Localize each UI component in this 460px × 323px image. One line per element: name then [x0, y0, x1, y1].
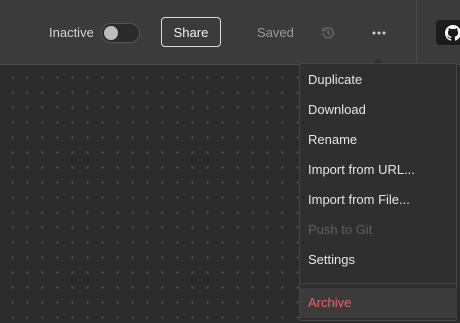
menu-item-download[interactable]: Download: [300, 95, 457, 125]
share-button[interactable]: Share: [161, 17, 221, 47]
history-icon[interactable]: [320, 25, 336, 41]
menu-item-rename[interactable]: Rename: [300, 125, 457, 155]
saved-status: Saved: [257, 25, 294, 40]
menu-separator: [300, 283, 457, 284]
github-icon: [445, 25, 460, 41]
workflow-editor: Inactive Share Saved Duplicate Download …: [0, 0, 460, 323]
menu-item-archive[interactable]: Archive: [300, 288, 457, 318]
menu-item-import-from-url[interactable]: Import from URL...: [300, 155, 457, 185]
top-bar: Inactive Share Saved: [0, 0, 460, 65]
menu-item-import-from-file[interactable]: Import from File...: [300, 185, 457, 215]
more-horizontal-icon[interactable]: [369, 24, 389, 42]
active-toggle[interactable]: [101, 23, 140, 43]
toggle-knob: [104, 26, 118, 40]
toolbar-divider: [416, 0, 417, 65]
github-button[interactable]: [436, 20, 460, 45]
workflow-options-menu: Duplicate Download Rename Import from UR…: [299, 63, 457, 321]
active-status-label: Inactive: [49, 25, 94, 40]
menu-item-settings[interactable]: Settings: [300, 245, 457, 275]
menu-item-push-to-git: Push to Git: [308, 222, 373, 237]
menu-item-duplicate[interactable]: Duplicate: [300, 65, 457, 95]
